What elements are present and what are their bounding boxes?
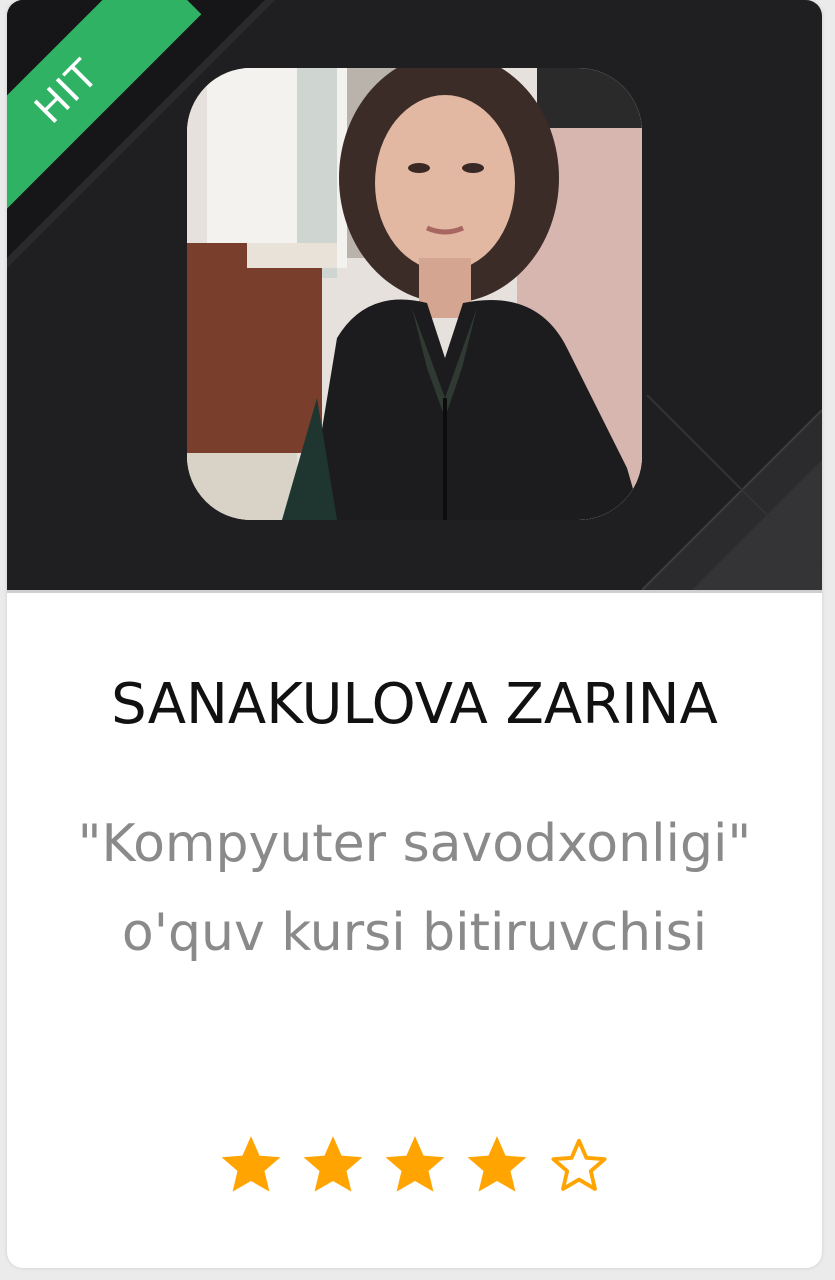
profile-card[interactable]: HIT SANAKULOVA ZARINA "Kompyuter savodxo… — [7, 0, 822, 1268]
star-filled-icon[interactable] — [382, 1132, 448, 1198]
star-filled-icon[interactable] — [218, 1132, 284, 1198]
person-description: "Kompyuter savodxonligi" o'quv kursi bit… — [77, 814, 752, 963]
star-filled-icon[interactable] — [300, 1132, 366, 1198]
star-filled-icon[interactable] — [464, 1132, 530, 1198]
star-empty-icon[interactable] — [546, 1132, 612, 1198]
rating-stars[interactable] — [7, 1132, 822, 1198]
portrait-image — [187, 68, 642, 520]
person-name: SANAKULOVA ZARINA — [111, 672, 718, 737]
card-header: HIT — [7, 0, 822, 590]
profile-photo[interactable] — [187, 68, 642, 520]
header-divider — [7, 590, 822, 593]
